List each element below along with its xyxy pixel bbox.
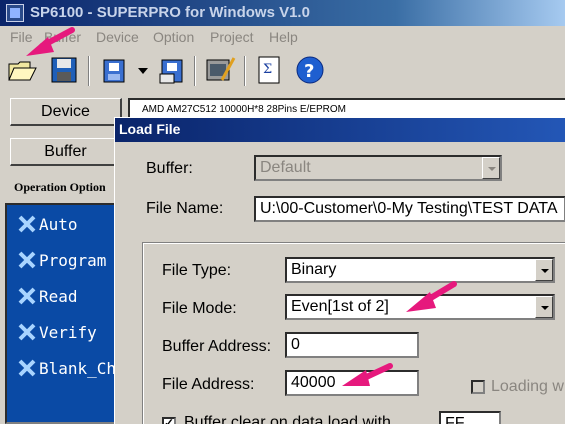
- buffer-select-value: Default: [260, 159, 311, 176]
- x-icon: [18, 287, 36, 305]
- buffer-clear-label: Buffer clear on data load with: [184, 414, 391, 424]
- x-icon: [18, 323, 36, 341]
- buffer-select: Default: [254, 155, 502, 181]
- load-project-icon[interactable]: [98, 54, 130, 86]
- operation-list: Auto Program Read Verify Blank_Ch: [5, 203, 117, 424]
- window-titlebar: SP6100 - SUPERPRO for Windows V1.0: [0, 0, 565, 26]
- chevron-down-icon: [482, 157, 500, 179]
- menu-device[interactable]: Device: [96, 29, 139, 45]
- operation-label: Program: [39, 251, 107, 270]
- file-type-label: File Type:: [162, 262, 232, 279]
- toolbar-separator: [194, 56, 196, 86]
- toolbar: Σ ?: [0, 50, 565, 92]
- save-project-icon[interactable]: [156, 54, 188, 86]
- device-button[interactable]: Device: [10, 98, 122, 126]
- buffer-address-label: Buffer Address:: [162, 338, 272, 355]
- menu-help[interactable]: Help: [269, 29, 298, 45]
- toolbar-separator: [88, 56, 90, 86]
- dialog-title: Load File: [119, 121, 181, 137]
- svg-text:?: ?: [304, 61, 314, 82]
- file-address-label: File Address:: [162, 376, 255, 393]
- operation-label: Verify: [39, 323, 97, 342]
- file-name-label: File Name:: [146, 200, 224, 217]
- x-icon: [18, 251, 36, 269]
- svg-text:Σ: Σ: [263, 62, 272, 77]
- dialog-titlebar: Load File: [115, 118, 565, 142]
- loading-label: Loading w: [491, 378, 564, 395]
- operation-label: Read: [39, 287, 78, 306]
- annotation-arrow-icon: [342, 363, 393, 386]
- help-icon[interactable]: ?: [294, 54, 326, 86]
- menu-option[interactable]: Option: [153, 29, 194, 45]
- file-mode-value: Even[1st of 2]: [291, 298, 389, 315]
- toolbar-separator: [244, 56, 246, 86]
- annotation-arrow-icon: [406, 281, 457, 312]
- file-mode-label: File Mode:: [162, 300, 237, 317]
- operation-label: Blank_Ch: [39, 359, 117, 378]
- app-icon: [6, 4, 24, 22]
- file-type-value: Binary: [291, 261, 337, 278]
- x-icon: [18, 359, 36, 377]
- window-title: SP6100 - SUPERPRO for Windows V1.0: [30, 4, 310, 21]
- loading-checkbox: [471, 380, 485, 394]
- file-name-input[interactable]: U:\00-Customer\0-My Testing\TEST DATA: [254, 196, 565, 222]
- chevron-down-icon[interactable]: [535, 259, 553, 281]
- operation-label: Auto: [39, 215, 78, 234]
- sum-icon[interactable]: Σ: [254, 54, 286, 86]
- buffer-button[interactable]: Buffer: [10, 138, 122, 166]
- dropdown-arrow-icon[interactable]: [136, 54, 150, 86]
- auto-config-icon[interactable]: [204, 54, 236, 86]
- operation-option-label: Operation Option: [14, 180, 106, 194]
- x-icon: [18, 215, 36, 233]
- menu-project[interactable]: Project: [210, 29, 254, 45]
- menu-bar: File Buffer Device Option Project Help: [0, 28, 565, 48]
- buffer-label: Buffer:: [146, 160, 193, 177]
- buffer-clear-value-input[interactable]: FF: [439, 411, 501, 424]
- annotation-arrow-icon: [26, 27, 75, 56]
- buffer-clear-checkbox[interactable]: [162, 416, 176, 424]
- buffer-address-input[interactable]: 0: [285, 332, 419, 358]
- chevron-down-icon[interactable]: [535, 296, 553, 318]
